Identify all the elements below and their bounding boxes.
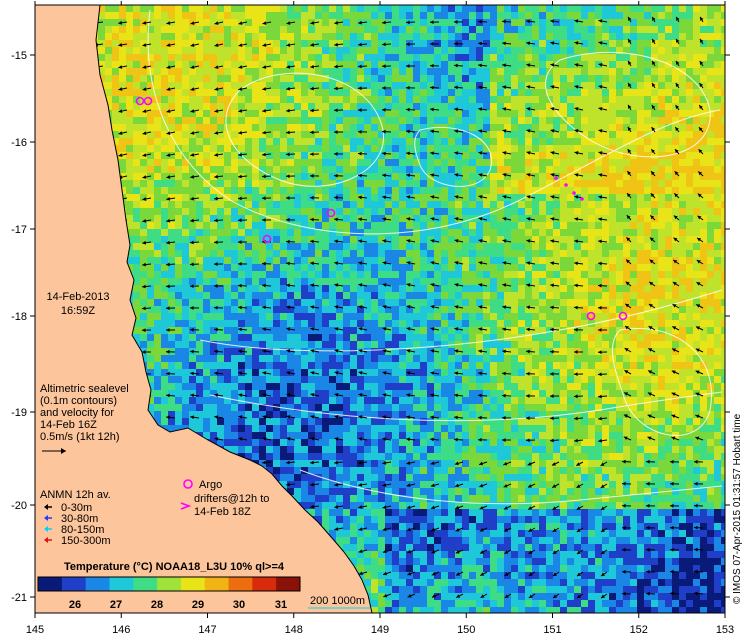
anmn-title: ANMN 12h av. — [40, 489, 111, 501]
colorbar-tick: 26 — [69, 599, 81, 611]
colorbar-swatch — [85, 577, 110, 591]
longitude-tick: 151 — [543, 624, 561, 636]
colorbar-tick: 29 — [192, 599, 204, 611]
drifters-line-2: 14-Feb 18Z — [194, 506, 251, 518]
time-label: 16:59Z — [61, 305, 96, 317]
plot-area — [34, 4, 726, 614]
colorbar-swatch — [276, 577, 301, 591]
latitude-tick: -21 — [11, 592, 27, 604]
longitude-tick: 149 — [371, 624, 389, 636]
longitude-tick: 146 — [112, 624, 130, 636]
latitude-tick: -18 — [11, 311, 27, 323]
colorbar-swatch — [204, 577, 230, 591]
colorbar-swatch — [180, 577, 206, 591]
argo-label: Argo — [199, 479, 222, 491]
longitude-tick: 150 — [457, 624, 475, 636]
sealevel-line-2: (0.1m contours) — [40, 395, 117, 407]
date-label: 14-Feb-2013 — [47, 291, 110, 303]
colorbar-tick: 28 — [151, 599, 163, 611]
latitude-tick: -17 — [11, 224, 27, 236]
sealevel-line-3: and velocity for — [40, 407, 114, 419]
colorbar-swatch — [133, 577, 158, 591]
drifters-line-1: drifters@12h to — [194, 493, 269, 505]
credit-text: © IMOS 07-Apr-2015 01:31:57 Hobart time — [732, 413, 743, 604]
bathymetry-label: 200 1000m — [310, 595, 365, 607]
longitude-tick: 153 — [716, 624, 734, 636]
colorbar-tick: 27 — [110, 599, 122, 611]
colorbar-swatch — [109, 577, 134, 591]
sealevel-line-1: Altimetric sealevel — [40, 383, 129, 395]
sst-map: 145 146 147 148 149 150 151 152 153 -15 -16 -17 -18… — [0, 0, 750, 640]
colorbar-title: Temperature (°C) NOAA18_L3U 10% ql>=4 — [64, 561, 285, 573]
anmn-item-label: 150-300m — [61, 535, 111, 547]
latitude-tick: -19 — [11, 407, 27, 419]
longitude-tick: 145 — [26, 624, 44, 636]
longitude-tick: 147 — [198, 624, 216, 636]
colorbar-tick: 31 — [275, 599, 287, 611]
sealevel-line-4: 14-Feb 16Z — [40, 419, 97, 431]
colorbar-swatch — [228, 577, 253, 591]
longitude-tick: 152 — [630, 624, 648, 636]
sealevel-line-5: 0.5m/s (1kt 12h) — [40, 431, 119, 443]
latitude-tick: -15 — [11, 50, 27, 62]
colorbar-swatch — [38, 577, 63, 591]
latitude-tick: -20 — [11, 500, 27, 512]
colorbar-swatch — [252, 577, 277, 591]
colorbar-swatch — [61, 577, 87, 591]
colorbar-swatch — [157, 577, 182, 591]
longitude-tick: 148 — [285, 624, 303, 636]
colorbar-tick: 30 — [233, 599, 245, 611]
latitude-tick: -16 — [11, 137, 27, 149]
